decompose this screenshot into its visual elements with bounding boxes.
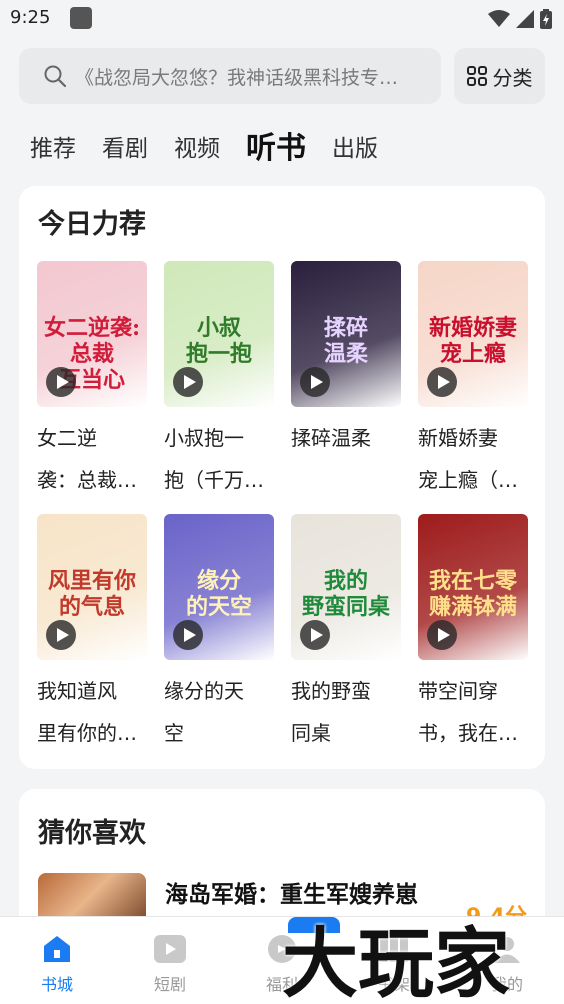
book-title-line1: 小叔抱一 — [164, 426, 244, 450]
book-item[interactable]: 我在七零 赚满钵满带空间穿书，我在… — [418, 514, 528, 754]
tab-publish[interactable]: 出版 — [332, 126, 378, 172]
notification-icon — [70, 7, 92, 29]
play-icon[interactable] — [300, 620, 330, 650]
cover-title: 小叔 抱一抱 — [185, 315, 252, 367]
book-title[interactable]: 缘分的天空 — [164, 670, 274, 754]
section-title: 今日力荐 — [38, 209, 146, 240]
top-tabs: 推荐 看剧 视频 听书 出版 — [30, 122, 404, 172]
tab-audiobook[interactable]: 听书 — [246, 126, 306, 172]
book-title-line1: 我的野蛮 — [291, 679, 371, 703]
cover-title: 缘分 的天空 — [185, 568, 252, 620]
today-picks-card: 今日力荐 女二逆袭:总裁 互当心 女二逆 袭：总裁… 小叔 抱一抱 小叔抱一 抱（千万… 揉… — [19, 186, 545, 769]
book-title-line2: 空 — [164, 721, 184, 745]
play-icon[interactable] — [46, 620, 76, 650]
book-cover[interactable]: 新婚娇妻 宠上瘾 — [418, 261, 528, 407]
book-title[interactable]: 我知道风里有你的… — [37, 670, 147, 754]
play-icon[interactable] — [46, 367, 76, 397]
watermark: 大玩家 — [282, 919, 510, 1004]
book-title[interactable]: 带空间穿书，我在… — [418, 670, 528, 754]
tab-video[interactable]: 视频 — [174, 126, 220, 172]
play-icon[interactable] — [427, 620, 457, 650]
book-title-line1: 揉碎温柔 — [291, 426, 371, 450]
book-title[interactable]: 小叔抱一抱（千万… — [164, 417, 274, 501]
book-title-line2: 同桌 — [291, 721, 331, 745]
play-icon[interactable] — [173, 367, 203, 397]
nav-label: 书城 — [40, 975, 73, 994]
signal-icon — [516, 10, 534, 28]
tab-recommend[interactable]: 推荐 — [30, 126, 76, 172]
wifi-icon — [488, 10, 510, 27]
book-title-line1: 新婚娇妻 — [418, 426, 498, 450]
video-icon — [151, 933, 189, 965]
status-time: 9:25 — [10, 7, 51, 28]
book-item[interactable]: 揉碎 温柔揉碎温柔 — [291, 261, 401, 459]
status-bar: 9:25 — [0, 0, 564, 38]
book-item[interactable]: 风里有你 的气息我知道风里有你的… — [37, 514, 147, 754]
play-icon[interactable] — [173, 620, 203, 650]
battery-icon — [540, 9, 552, 29]
section-title: 猜你喜欢 — [38, 818, 146, 849]
category-button[interactable]: 分类 — [454, 48, 545, 104]
search-input[interactable]: 《战忽局大忽悠？我神话级黑科技专… — [19, 48, 441, 104]
book-title[interactable]: 我的野蛮 同桌 — [291, 670, 401, 754]
book-item[interactable]: 新婚娇妻 宠上瘾新婚娇妻宠上瘾（… — [418, 261, 528, 501]
cover-title: 我的 野蛮同桌 — [301, 568, 390, 620]
play-icon[interactable] — [427, 367, 457, 397]
book-item[interactable]: 我的 野蛮同桌我的野蛮同桌 — [291, 514, 401, 754]
book-cover[interactable]: 缘分 的天空 — [164, 514, 274, 660]
book-title-line2: 书，我在… — [418, 721, 518, 745]
book-title-line1: 缘分的天 — [164, 679, 244, 703]
search-placeholder: 《战忽局大忽悠？我神话级黑科技专… — [75, 66, 399, 89]
book-title-line1: 带空间穿 — [418, 679, 498, 703]
book-title[interactable]: 新婚娇妻宠上瘾（… — [418, 417, 528, 501]
cover-title: 揉碎 温柔 — [323, 315, 368, 367]
book-cover[interactable]: 女二逆袭:总裁 互当心 — [37, 261, 147, 407]
cover-title: 新婚娇妻 宠上瘾 — [428, 315, 517, 367]
nav-label: 短剧 — [153, 975, 186, 994]
book-title-line2: 袭：总裁… — [37, 468, 137, 492]
grid-icon — [466, 66, 487, 86]
book-cover[interactable]: 小叔 抱一抱 — [164, 261, 274, 407]
play-icon[interactable] — [300, 367, 330, 397]
book-title-line1: 女二逆 — [37, 426, 97, 450]
cover-title: 风里有你 的气息 — [47, 568, 136, 620]
bookstore-icon — [38, 933, 76, 965]
book-item[interactable]: 女二逆袭:总裁 互当心女二逆袭：总裁… — [37, 261, 147, 501]
book-cover[interactable]: 我在七零 赚满钵满 — [418, 514, 528, 660]
book-title-line2: 里有你的… — [37, 721, 137, 745]
book-cover[interactable]: 揉碎 温柔 — [291, 261, 401, 407]
cover-title: 我在七零 赚满钵满 — [428, 568, 517, 620]
book-cover[interactable]: 我的 野蛮同桌 — [291, 514, 401, 660]
status-icons — [488, 9, 552, 29]
book-item[interactable]: 缘分 的天空缘分的天空 — [164, 514, 274, 754]
category-label: 分类 — [492, 65, 533, 90]
search-icon — [44, 65, 67, 88]
book-title[interactable]: 揉碎温柔 — [291, 417, 401, 459]
nav-short-drama[interactable]: 短剧 — [130, 933, 210, 995]
book-title-line1: 我知道风 — [37, 679, 117, 703]
nav-bookstore[interactable]: 书城 — [17, 933, 97, 995]
book-title-line2: 宠上瘾（… — [418, 468, 518, 492]
tab-drama[interactable]: 看剧 — [102, 126, 148, 172]
book-title[interactable]: 女二逆袭：总裁… — [37, 417, 147, 501]
book-title-line2: 抱（千万… — [164, 468, 264, 492]
book-cover[interactable]: 风里有你 的气息 — [37, 514, 147, 660]
book-item[interactable]: 小叔 抱一抱小叔抱一抱（千万… — [164, 261, 274, 501]
